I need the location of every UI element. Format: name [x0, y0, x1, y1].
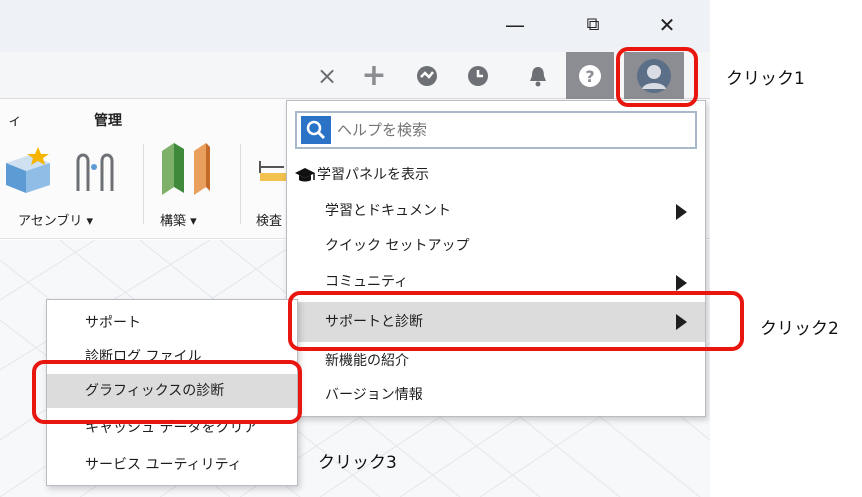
ribbon-group-inspect[interactable]: 検査	[256, 210, 282, 229]
annotation-click3: クリック3	[318, 453, 397, 473]
notifications-icon[interactable]	[516, 52, 560, 99]
online-status-icon[interactable]	[405, 52, 449, 99]
ribbon-tab-partial[interactable]: ィ	[8, 110, 22, 130]
inspect-measure-icon[interactable]	[256, 157, 286, 189]
ribbon-divider	[240, 144, 241, 224]
annotation-click1: クリック1	[726, 69, 805, 89]
graduation-cap-icon	[295, 166, 315, 196]
new-tab-icon[interactable]: +	[352, 52, 396, 99]
menu-item-about[interactable]: バージョン情報	[287, 380, 705, 410]
menu-item-label: バージョン情報	[325, 387, 423, 403]
minimize-button[interactable]: —	[500, 12, 530, 38]
menu-item-label: 学習とドキュメント	[325, 203, 451, 219]
menu-item-label: サポート	[85, 315, 141, 331]
ribbon-divider	[143, 144, 144, 224]
menu-item-label: 学習パネルを表示	[317, 167, 429, 183]
assembly-joint-icon[interactable]	[4, 145, 52, 201]
help-menu: 学習パネルを表示 学習とドキュメント クイック セットアップ コミュニティ サポ…	[286, 100, 706, 417]
ribbon-group-assembly[interactable]: アセンブリ ▾	[18, 210, 93, 229]
callout-box-click3	[32, 360, 302, 424]
submenu-item-support[interactable]: サポート	[47, 308, 297, 338]
help-search-box[interactable]	[295, 111, 697, 149]
restore-button[interactable]: ⧉	[578, 12, 608, 38]
title-bar: — ⧉ ✕	[0, 0, 710, 52]
search-icon[interactable]	[301, 116, 331, 144]
menu-item-label: サービス ユーティリティ	[85, 457, 242, 473]
svg-text:?: ?	[585, 67, 594, 86]
callout-box-click2	[288, 291, 744, 351]
instruction-screenshot: — ⧉ ✕ × + ? ィ 管理 アセンブリ ▾ 構築 ▾ 検査 ヘルプを検索 …	[0, 0, 862, 497]
submenu-arrow-icon	[676, 204, 687, 220]
close-tab-button[interactable]: ×	[305, 52, 349, 99]
menu-item-quick-setup[interactable]: クイック セットアップ	[287, 231, 705, 261]
construct-plane-icon[interactable]	[160, 141, 212, 201]
job-status-icon[interactable]	[456, 52, 500, 99]
tab-bar: × + ?	[0, 52, 710, 99]
menu-item-learning-and-docs[interactable]: 学習とドキュメント	[287, 196, 705, 226]
close-window-button[interactable]: ✕	[652, 12, 682, 38]
menu-item-label: クイック セットアップ	[325, 238, 470, 254]
ribbon-group-construct[interactable]: 構築 ▾	[160, 210, 197, 229]
menu-item-show-learning-panel[interactable]: 学習パネルを表示	[287, 160, 705, 190]
help-icon[interactable]: ?	[566, 52, 614, 99]
callout-box-click1	[616, 47, 698, 107]
submenu-arrow-icon	[676, 275, 687, 291]
ribbon-tab-manage[interactable]: 管理	[94, 110, 122, 130]
help-search-input[interactable]	[337, 116, 687, 144]
as-built-joint-icon[interactable]	[72, 147, 124, 199]
annotation-click2: クリック2	[760, 319, 839, 339]
submenu-item-service-utility[interactable]: サービス ユーティリティ	[47, 450, 297, 480]
